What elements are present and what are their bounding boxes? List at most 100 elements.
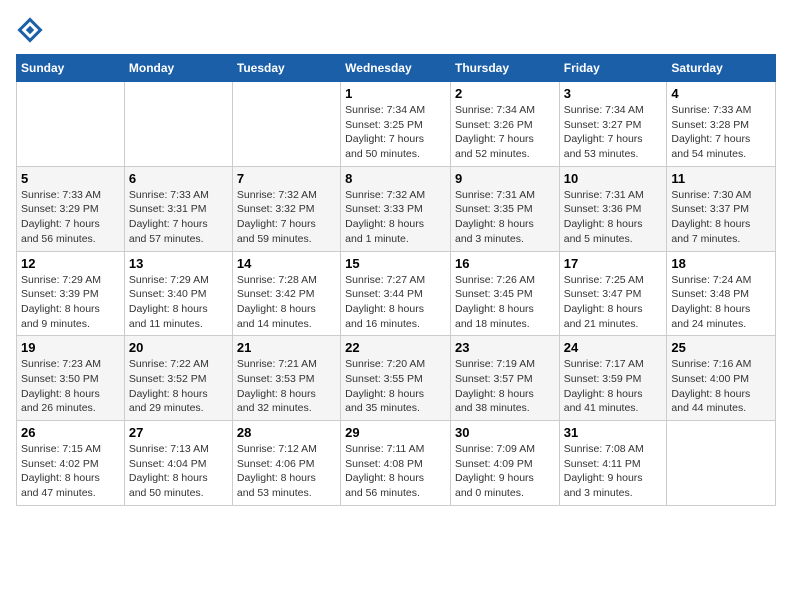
day-of-week-header: Wednesday (341, 55, 451, 82)
day-info: Sunrise: 7:33 AM Sunset: 3:29 PM Dayligh… (21, 188, 120, 247)
days-header-row: SundayMondayTuesdayWednesdayThursdayFrid… (17, 55, 776, 82)
calendar-cell: 3 Sunrise: 7:34 AM Sunset: 3:27 PM Daylig… (559, 82, 667, 167)
day-info: Sunrise: 7:27 AM Sunset: 3:44 PM Dayligh… (345, 273, 446, 332)
day-info: Sunrise: 7:12 AM Sunset: 4:06 PM Dayligh… (237, 442, 336, 501)
day-info: Sunrise: 7:22 AM Sunset: 3:52 PM Dayligh… (129, 357, 228, 416)
calendar-cell: 18Sunrise: 7:24 AM Sunset: 3:48 PM Dayli… (667, 251, 776, 336)
day-info: Sunrise: 7:30 AM Sunset: 3:37 PM Dayligh… (671, 188, 771, 247)
day-number: 26 (21, 425, 120, 440)
calendar-cell: 11 Sunrise: 7:30 AM Sunset: 3:37 PM Dayli… (667, 166, 776, 251)
logo (16, 16, 46, 44)
day-number: 18 (671, 256, 771, 271)
day-number: 31 (564, 425, 663, 440)
calendar-cell (232, 82, 340, 167)
day-number: 10 (564, 171, 663, 186)
day-number: 12 (21, 256, 120, 271)
calendar-cell: 15 Sunrise: 7:27 AM Sunset: 3:44 PM Dayli… (341, 251, 451, 336)
day-of-week-header: Sunday (17, 55, 125, 82)
day-of-week-header: Thursday (450, 55, 559, 82)
day-info: Sunrise: 7:13 AM Sunset: 4:04 PM Dayligh… (129, 442, 228, 501)
calendar-cell: 23Sunrise: 7:19 AM Sunset: 3:57 PM Dayli… (450, 336, 559, 421)
calendar-cell: 20 Sunrise: 7:22 AM Sunset: 3:52 PM Dayli… (124, 336, 232, 421)
day-info: Sunrise: 7:32 AM Sunset: 3:32 PM Dayligh… (237, 188, 336, 247)
calendar-cell: 22 Sunrise: 7:20 AM Sunset: 3:55 PM Dayli… (341, 336, 451, 421)
day-info: Sunrise: 7:23 AM Sunset: 3:50 PM Dayligh… (21, 357, 120, 416)
day-of-week-header: Tuesday (232, 55, 340, 82)
day-info: Sunrise: 7:33 AM Sunset: 3:28 PM Dayligh… (671, 103, 771, 162)
calendar-cell: 24Sunrise: 7:17 AM Sunset: 3:59 PM Dayli… (559, 336, 667, 421)
calendar-cell: 6 Sunrise: 7:33 AM Sunset: 3:31 PM Daylig… (124, 166, 232, 251)
day-info: Sunrise: 7:32 AM Sunset: 3:33 PM Dayligh… (345, 188, 446, 247)
day-info: Sunrise: 7:16 AM Sunset: 4:00 PM Dayligh… (671, 357, 771, 416)
day-of-week-header: Saturday (667, 55, 776, 82)
day-number: 7 (237, 171, 336, 186)
calendar-cell: 8 Sunrise: 7:32 AM Sunset: 3:33 PM Daylig… (341, 166, 451, 251)
calendar-week-row: 26 Sunrise: 7:15 AM Sunset: 4:02 PM Dayli… (17, 421, 776, 506)
calendar-cell: 5 Sunrise: 7:33 AM Sunset: 3:29 PM Daylig… (17, 166, 125, 251)
day-number: 8 (345, 171, 446, 186)
day-info: Sunrise: 7:34 AM Sunset: 3:27 PM Dayligh… (564, 103, 663, 162)
calendar-cell: 2Sunrise: 7:34 AM Sunset: 3:26 PM Daylig… (450, 82, 559, 167)
calendar-cell: 14Sunrise: 7:28 AM Sunset: 3:42 PM Dayli… (232, 251, 340, 336)
day-info: Sunrise: 7:33 AM Sunset: 3:31 PM Dayligh… (129, 188, 228, 247)
day-number: 14 (237, 256, 336, 271)
calendar-cell: 28 Sunrise: 7:12 AM Sunset: 4:06 PM Dayli… (232, 421, 340, 506)
calendar-cell: 9 Sunrise: 7:31 AM Sunset: 3:35 PM Daylig… (450, 166, 559, 251)
calendar-cell: 12 Sunrise: 7:29 AM Sunset: 3:39 PM Dayli… (17, 251, 125, 336)
day-number: 23 (455, 340, 555, 355)
calendar-cell (17, 82, 125, 167)
calendar-cell: 16 Sunrise: 7:26 AM Sunset: 3:45 PM Dayli… (450, 251, 559, 336)
day-number: 21 (237, 340, 336, 355)
calendar-cell: 26 Sunrise: 7:15 AM Sunset: 4:02 PM Dayli… (17, 421, 125, 506)
day-info: Sunrise: 7:11 AM Sunset: 4:08 PM Dayligh… (345, 442, 446, 501)
day-info: Sunrise: 7:09 AM Sunset: 4:09 PM Dayligh… (455, 442, 555, 501)
calendar-cell: 25 Sunrise: 7:16 AM Sunset: 4:00 PM Dayli… (667, 336, 776, 421)
day-number: 5 (21, 171, 120, 186)
calendar-cell (667, 421, 776, 506)
day-number: 30 (455, 425, 555, 440)
calendar-cell: 13Sunrise: 7:29 AM Sunset: 3:40 PM Dayli… (124, 251, 232, 336)
day-number: 22 (345, 340, 446, 355)
day-number: 25 (671, 340, 771, 355)
calendar-cell: 17Sunrise: 7:25 AM Sunset: 3:47 PM Dayli… (559, 251, 667, 336)
calendar-cell: 19 Sunrise: 7:23 AM Sunset: 3:50 PM Dayli… (17, 336, 125, 421)
day-number: 9 (455, 171, 555, 186)
calendar-cell: 7 Sunrise: 7:32 AM Sunset: 3:32 PM Daylig… (232, 166, 340, 251)
day-info: Sunrise: 7:31 AM Sunset: 3:35 PM Dayligh… (455, 188, 555, 247)
day-number: 27 (129, 425, 228, 440)
day-info: Sunrise: 7:08 AM Sunset: 4:11 PM Dayligh… (564, 442, 663, 501)
day-number: 2 (455, 86, 555, 101)
day-number: 24 (564, 340, 663, 355)
day-info: Sunrise: 7:15 AM Sunset: 4:02 PM Dayligh… (21, 442, 120, 501)
day-number: 11 (671, 171, 771, 186)
day-info: Sunrise: 7:29 AM Sunset: 3:40 PM Dayligh… (129, 273, 228, 332)
page-header (16, 16, 776, 44)
calendar-cell: 1Sunrise: 7:34 AM Sunset: 3:25 PM Daylig… (341, 82, 451, 167)
day-number: 20 (129, 340, 228, 355)
day-number: 6 (129, 171, 228, 186)
day-of-week-header: Monday (124, 55, 232, 82)
day-info: Sunrise: 7:26 AM Sunset: 3:45 PM Dayligh… (455, 273, 555, 332)
day-info: Sunrise: 7:29 AM Sunset: 3:39 PM Dayligh… (21, 273, 120, 332)
day-number: 15 (345, 256, 446, 271)
day-number: 1 (345, 86, 446, 101)
day-info: Sunrise: 7:31 AM Sunset: 3:36 PM Dayligh… (564, 188, 663, 247)
day-number: 16 (455, 256, 555, 271)
day-of-week-header: Friday (559, 55, 667, 82)
day-number: 28 (237, 425, 336, 440)
calendar-cell: 27 Sunrise: 7:13 AM Sunset: 4:04 PM Dayli… (124, 421, 232, 506)
day-info: Sunrise: 7:20 AM Sunset: 3:55 PM Dayligh… (345, 357, 446, 416)
calendar-cell: 21 Sunrise: 7:21 AM Sunset: 3:53 PM Dayli… (232, 336, 340, 421)
calendar-cell: 30 Sunrise: 7:09 AM Sunset: 4:09 PM Dayli… (450, 421, 559, 506)
calendar-week-row: 19 Sunrise: 7:23 AM Sunset: 3:50 PM Dayli… (17, 336, 776, 421)
day-info: Sunrise: 7:25 AM Sunset: 3:47 PM Dayligh… (564, 273, 663, 332)
calendar-cell: 29 Sunrise: 7:11 AM Sunset: 4:08 PM Dayli… (341, 421, 451, 506)
calendar-cell (124, 82, 232, 167)
day-number: 3 (564, 86, 663, 101)
day-number: 29 (345, 425, 446, 440)
day-number: 19 (21, 340, 120, 355)
day-info: Sunrise: 7:21 AM Sunset: 3:53 PM Dayligh… (237, 357, 336, 416)
day-number: 4 (671, 86, 771, 101)
calendar-cell: 31 Sunrise: 7:08 AM Sunset: 4:11 PM Dayli… (559, 421, 667, 506)
calendar-cell: 10 Sunrise: 7:31 AM Sunset: 3:36 PM Dayli… (559, 166, 667, 251)
